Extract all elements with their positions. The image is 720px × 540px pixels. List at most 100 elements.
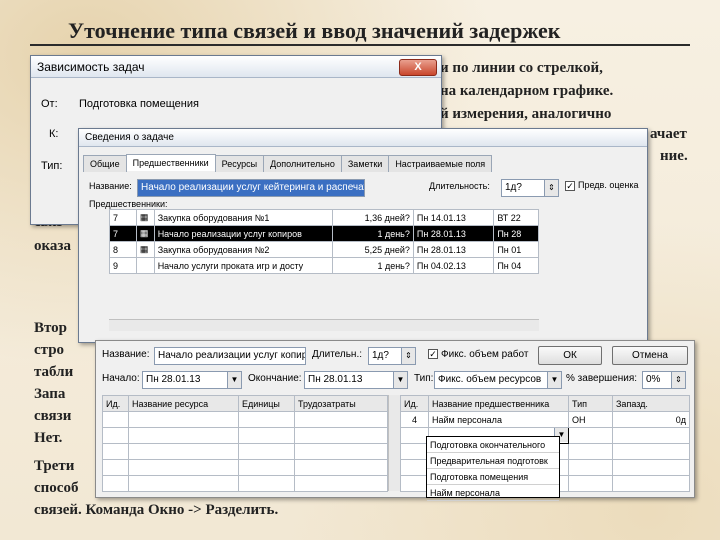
dropdown-option[interactable]: Предварительная подготовк [427,453,559,469]
from-label: От: [41,98,58,110]
predecessor-dropdown-list: Подготовка окончательного Предварительна… [426,436,560,501]
percent-complete-label: % завершения: [566,373,638,384]
cell-id: 7 [109,209,137,226]
cell-start: Пн 04.02.13 [412,257,495,274]
finish-date-input[interactable]: Пн 28.01.13 ▼ [304,371,408,389]
table-row[interactable]: 7 ▦ Закупка оборудования №1 1,36 дней? П… [109,209,539,226]
spinner-icon[interactable]: ⇕ [671,372,685,388]
cell-start: Пн 28.01.13 [412,225,495,242]
start-label: Начало: [102,373,140,384]
task-type-value: Фикс. объем ресурсов [438,374,542,385]
fixed-work-label: Фикс. объем работ [441,349,529,360]
estimate-label: Предв. оценка [578,180,639,190]
task-info-dialog: Сведения о задаче Общие Предшественники … [78,128,648,343]
resources-scrollbar[interactable] [388,395,400,491]
spinner-icon[interactable]: ⇕ [544,180,558,196]
tab-general[interactable]: Общие [83,155,127,172]
task-icon: ▦ [135,225,155,242]
dropdown-option[interactable]: Подготовка помещения [427,469,559,485]
task-icon: ▦ [135,241,155,258]
cell-name: Начало реализации услуг копиров [153,225,334,242]
spinner-icon[interactable]: ⇕ [401,348,415,364]
tab-advanced[interactable]: Дополнительно [263,155,342,172]
chevron-down-icon[interactable]: ▼ [227,372,241,388]
fixed-work-checkbox[interactable]: ✓ Фикс. объем работ [428,349,528,360]
tab-predecessors[interactable]: Предшественники [125,154,216,171]
body-line-14: Трети [34,458,75,474]
title-underline [30,44,690,46]
cell-start: Пн 14.01.13 [412,209,495,226]
finish-date-value: Пн 28.01.13 [308,374,363,385]
body-line-7: оказа [34,238,71,254]
pred-type-cell: ОН [568,411,613,428]
form-name-input[interactable]: Начало реализации услуг копир [154,347,306,365]
dep-dialog-title: Зависимость задач [37,59,145,74]
task-name-label: Название: [89,181,132,191]
cancel-button[interactable]: Отмена [612,346,688,365]
col-header-work: Трудозатраты [294,395,388,412]
task-info-tabs: Общие Предшественники Ресурсы Дополнител… [83,154,493,172]
body-line-9: стро [34,342,65,358]
col-header-pred-id: Ид. [400,395,429,412]
cell-pred: ВТ 22 [493,209,539,226]
predecessors-grid: 7 ▦ Закупка оборудования №1 1,36 дней? П… [109,209,539,274]
pred-id-cell: 4 [400,411,429,428]
estimate-checkbox[interactable]: ✓ Предв. оценка [565,180,639,191]
ok-button[interactable]: ОК [538,346,602,365]
body-line-16: связей. Команда Окно -> Разделить. [34,502,279,518]
predecessors-grid-label: Предшественники: [89,199,168,209]
type-label: Тип: [41,160,63,172]
chevron-down-icon[interactable]: ▼ [547,372,561,388]
from-value: Подготовка помещения [79,98,199,110]
task-type-select[interactable]: Фикс. объем ресурсов ▼ [434,371,562,389]
col-header-pred-name: Название предшественника [428,395,569,412]
duration-input[interactable]: 1д? ⇕ [501,179,559,197]
start-date-value: Пн 28.01.13 [146,374,201,385]
cell-name: Начало услуги проката игр и досту [153,257,334,274]
start-date-input[interactable]: Пн 28.01.13 ▼ [142,371,242,389]
cell-pred: Пн 04 [493,257,539,274]
pred-name-cell: Найм персонала [428,411,569,428]
table-row-selected[interactable]: 7 ▦ Начало реализации услуг копиров 1 де… [109,225,539,242]
tab-notes[interactable]: Заметки [340,155,390,172]
body-line-1: и по линии со стрелкой, [440,60,603,76]
task-name-input[interactable]: Начало реализации услуг кейтеринга и рас… [137,179,365,197]
cell-name: Закупка оборудования №1 [153,209,334,226]
tab-custom-fields[interactable]: Настраиваемые поля [388,155,493,172]
checkbox-checked-icon: ✓ [565,180,575,191]
horizontal-scrollbar[interactable] [109,319,539,331]
percent-complete-input[interactable]: 0% ⇕ [642,371,686,389]
form-duration-input[interactable]: 1д? ⇕ [368,347,416,365]
duration-label: Длительность: [429,181,490,191]
tab-resources[interactable]: Ресурсы [214,155,265,172]
dropdown-option[interactable]: Подготовка окончательного [427,437,559,453]
checkbox-checked-icon: ✓ [428,349,438,360]
task-form-pane: Название: Начало реализации услуг копир … [95,340,695,501]
chevron-down-icon[interactable]: ▼ [393,372,407,388]
body-line-4: ачает [650,126,687,142]
table-row[interactable]: 9 Начало услуги проката игр и досту 1 де… [109,257,539,274]
cell-pred: Пн 01 [493,241,539,258]
task-type-label: Тип: [414,373,434,384]
col-header-type: Тип [568,395,613,412]
close-button[interactable]: X [399,59,437,76]
col-header-lag: Запазд. [612,395,690,412]
cell-name: Закупка оборудования №2 [153,241,334,258]
cell-id: 9 [109,257,137,274]
dropdown-option[interactable]: Найм персонала [427,485,559,501]
cell-id: 8 [109,241,137,258]
table-row[interactable]: 4 Найм персонала ОН 0д [400,411,690,428]
task-icon: ▦ [135,209,155,226]
body-line-13: Нет. [34,430,63,446]
table-row[interactable]: 8 ▦ Закупка оборудования №2 5,25 дней? П… [109,241,539,258]
form-duration-label: Длительн.: [312,349,363,360]
form-duration-value: 1д? [372,350,389,361]
body-line-10: табли [34,364,74,380]
body-line-2: на календарном графике. [440,83,614,99]
col-header-units: Единицы [238,395,295,412]
cell-duration: 1 день? [332,257,414,274]
body-line-5: ние. [660,148,688,164]
col-header-resource-name: Название ресурса [128,395,239,412]
slide-title: Уточнение типа связей и ввод значений за… [68,18,561,43]
resources-grid: Ид. Название ресурса Единицы Трудозатрат… [102,395,388,492]
